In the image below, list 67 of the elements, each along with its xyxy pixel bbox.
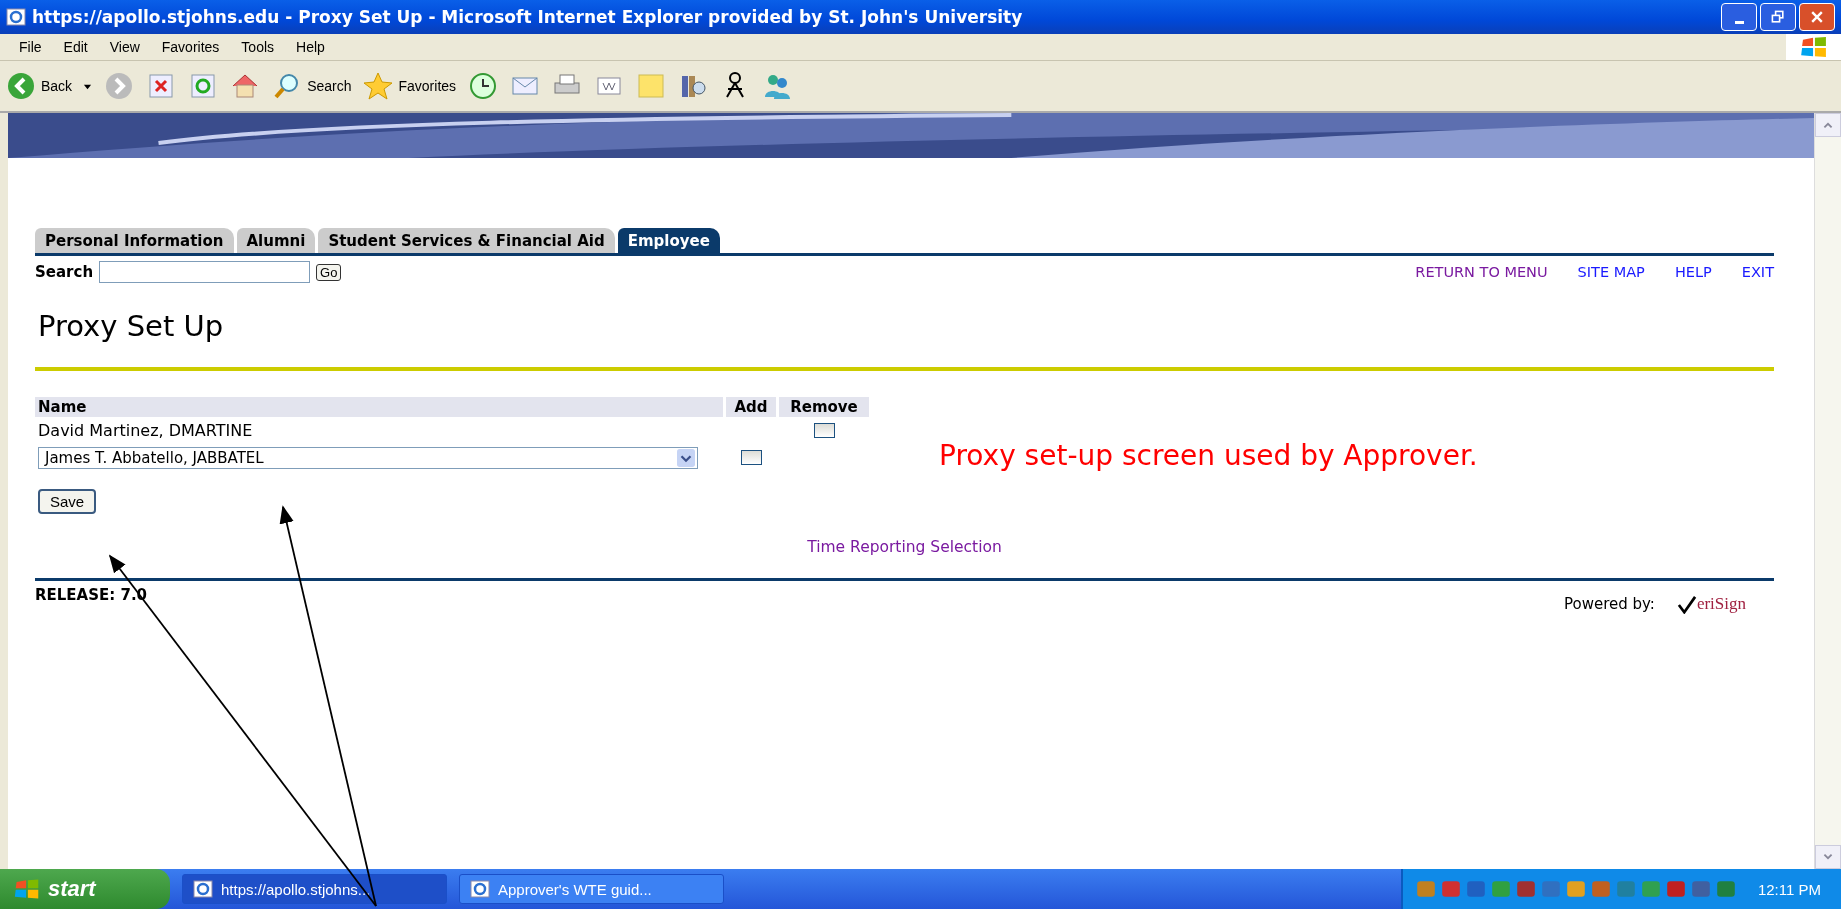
save-button[interactable]: Save [38, 489, 97, 514]
page-title: Proxy Set Up [38, 309, 225, 343]
start-button[interactable]: start [0, 869, 170, 909]
close-icon [1809, 9, 1825, 25]
search-button[interactable]: Search [272, 71, 352, 101]
tab[interactable]: Personal Information [35, 228, 234, 253]
powered-by-text: Powered by: [1564, 595, 1655, 613]
menu-item[interactable]: Favorites [150, 39, 231, 55]
tray-icon[interactable] [1464, 878, 1487, 900]
table-cell: David Martinez, DMARTINE [38, 421, 253, 440]
nav-link[interactable]: EXIT [1741, 264, 1774, 280]
history-icon[interactable] [468, 71, 499, 101]
add-checkbox[interactable] [740, 450, 762, 465]
minimize-icon [1734, 20, 1744, 24]
windows-logo-icon [1799, 36, 1828, 58]
menu-item[interactable]: Edit [52, 39, 99, 55]
taskbar-button[interactable]: Approver's WTE guid... [459, 874, 724, 904]
window-icon [193, 879, 213, 899]
tab[interactable]: Alumni [236, 228, 316, 253]
nav-link[interactable]: HELP [1674, 264, 1712, 280]
tray-icon[interactable] [1489, 878, 1512, 900]
clock: 12:11 PM [1757, 880, 1821, 898]
nav-link[interactable]: RETURN TO MENU [1415, 264, 1548, 280]
close-button[interactable] [1799, 3, 1835, 31]
star-icon [363, 71, 394, 101]
back-button[interactable]: Back [6, 71, 93, 101]
tray-icon[interactable] [1414, 878, 1437, 900]
go-button[interactable]: Go [316, 263, 342, 281]
tray-icon[interactable] [1614, 878, 1637, 900]
favorites-button[interactable]: Favorites [363, 71, 457, 101]
window-title: https://apollo.stjohns.edu - Proxy Set Up - Microsoft Internet Explorer provided by St. John's University [32, 7, 1023, 27]
tray-icon[interactable] [1714, 878, 1737, 900]
tray-icon[interactable] [1564, 878, 1587, 900]
column-header: Add [726, 397, 776, 417]
annotation-text: Proxy set-up screen used by Approver. [939, 439, 1478, 472]
tray-icon[interactable] [1589, 878, 1612, 900]
tray-icon[interactable] [1664, 878, 1687, 900]
window-icon [470, 879, 490, 899]
tray-icon[interactable] [1639, 878, 1662, 900]
minimize-button[interactable] [1721, 3, 1757, 31]
verisign-logo: eriSign [1676, 594, 1746, 614]
time-reporting-link[interactable]: Time Reporting Selection [807, 538, 1002, 556]
name-dropdown[interactable]: James T. Abbatello, JABBATEL [38, 446, 698, 469]
column-header: Remove [779, 397, 869, 417]
browser-icon [6, 7, 26, 27]
tray-icon[interactable] [1514, 878, 1537, 900]
tray-icon[interactable] [1439, 878, 1462, 900]
menu-item[interactable]: Tools [230, 39, 286, 55]
restore-button[interactable] [1760, 3, 1796, 31]
remove-checkbox[interactable] [813, 423, 835, 438]
windows-logo-icon [14, 878, 40, 900]
menu-item[interactable]: File [8, 39, 53, 55]
note-icon[interactable] [636, 71, 667, 101]
menu-item[interactable]: View [98, 39, 151, 55]
search-label: Search [35, 263, 94, 281]
caret-icon [677, 448, 695, 467]
tray-icon[interactable] [1539, 878, 1562, 900]
column-header: Name [35, 397, 723, 417]
tab[interactable]: Employee [617, 228, 720, 253]
tray-icon[interactable] [1689, 878, 1712, 900]
forward-icon[interactable] [104, 71, 135, 101]
nav-link[interactable]: SITE MAP [1577, 264, 1645, 280]
scrollbar[interactable] [1814, 113, 1841, 869]
tab[interactable]: Student Services & Financial Aid [318, 228, 615, 253]
search-field[interactable] [99, 261, 311, 283]
restore-icon [1770, 9, 1786, 25]
menu-item[interactable]: Help [285, 39, 336, 55]
